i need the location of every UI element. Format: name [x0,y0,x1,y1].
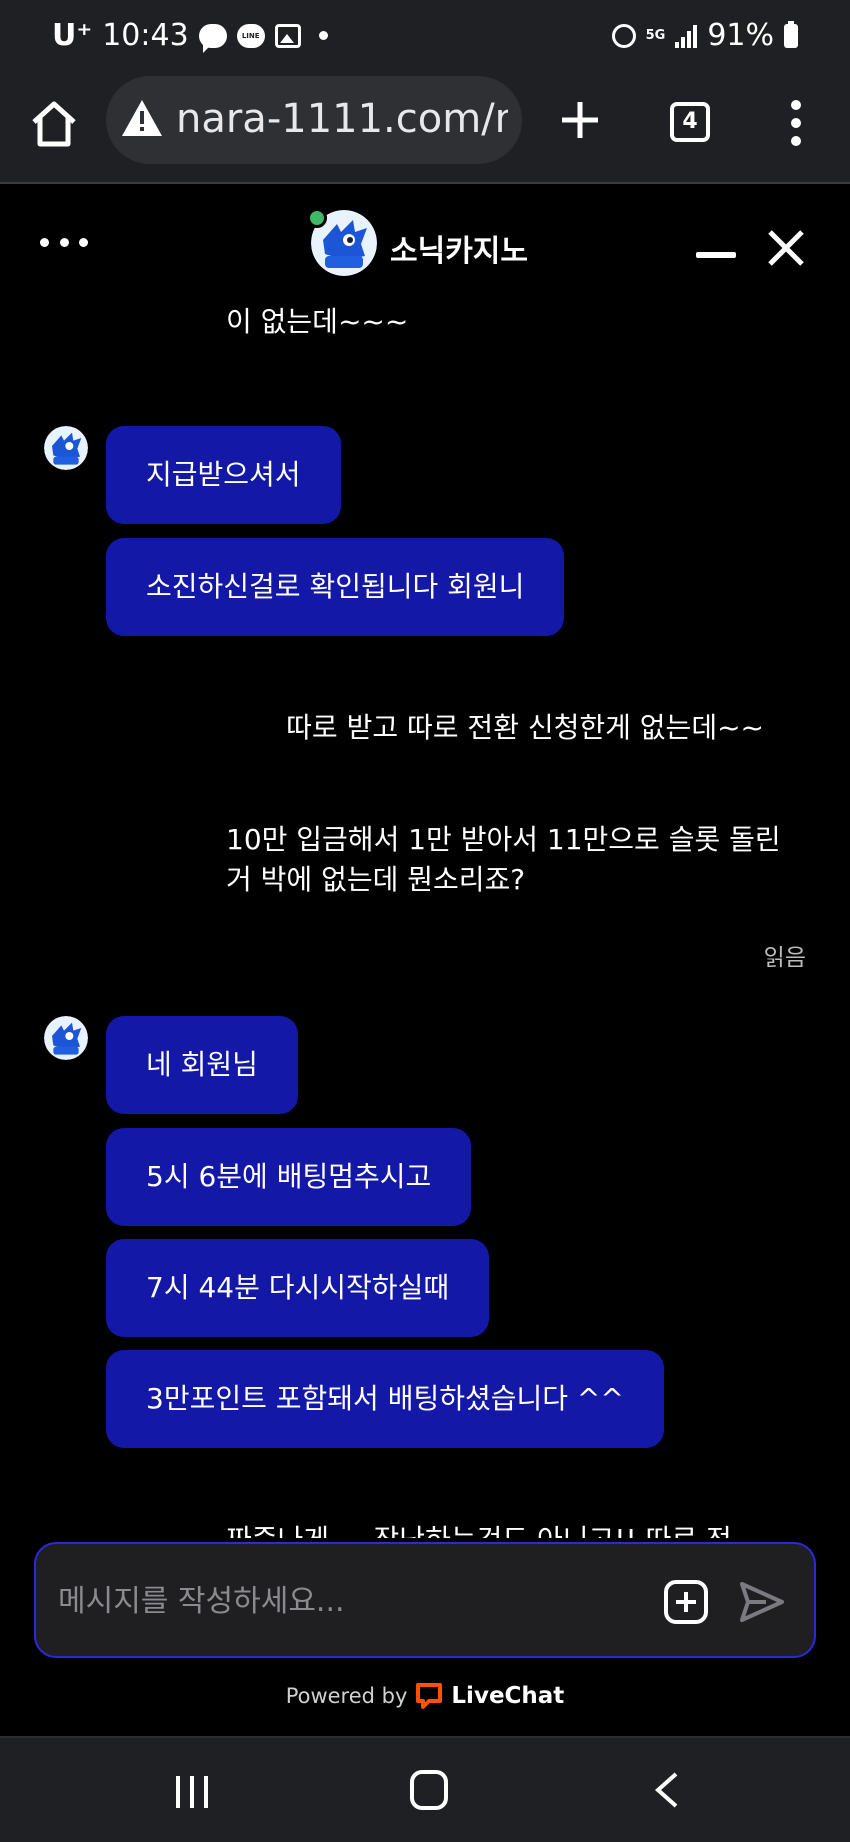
sonic-avatar-icon [44,1016,88,1060]
dot-icon [40,238,49,247]
more-notifications-icon [318,31,328,40]
agent-message: 소진하신걸로 확인됩니다 회원니 [106,538,565,636]
system-nav-bar [0,1736,850,1842]
chat-options-button[interactable] [40,238,88,250]
livechat-logo-icon [416,1683,443,1709]
agent-avatar [44,1016,88,1060]
minimize-button[interactable] [696,252,736,258]
url-text[interactable]: nara-1111.com/ma [176,96,508,142]
visitor-message: 10만 입금해서 1만 받아서 11만으로 슬롯 돌린거 박에 없는데 뭔소리죠… [226,823,781,896]
address-bar[interactable]: nara-1111.com/ma [106,76,522,164]
more-vert-icon [791,100,801,146]
recents-button[interactable] [172,1772,212,1812]
agent-avatar [44,426,88,470]
agent-message: 7시 44분 다시시작하실때 [106,1239,490,1337]
send-button[interactable] [738,1578,786,1626]
powered-by-footer: Powered by LiveChat [0,1682,850,1710]
battery-percent: 91% [707,18,774,53]
agent-message: 네 회원님 [106,1016,298,1114]
message-input[interactable] [58,1576,618,1626]
close-icon [768,230,804,266]
system-home-button[interactable] [410,1770,448,1810]
visitor-message: 이 없는데~~~ [226,305,409,338]
plus-icon [562,102,598,138]
online-status-indicator [307,208,327,228]
network-type: 5G [645,28,666,43]
battery-icon [784,20,798,48]
message-notification-icon [198,23,227,53]
home-button[interactable] [28,98,80,150]
new-tab-button[interactable] [556,96,604,144]
browser-menu-button[interactable] [790,98,802,148]
warning-icon[interactable] [120,98,164,138]
carrier-label: U⁺ [52,18,93,53]
tab-switcher-button[interactable]: 4 [670,102,710,142]
agent-message: 5시 6분에 배팅멈추시고 [106,1128,472,1226]
dot-icon [79,238,88,247]
livechat-brand[interactable]: LiveChat [451,1683,564,1709]
message-list[interactable]: 이 없는데~~~ 지급받으셔서 소진하신걸로 확인됩니다 회원니 따로 받고 따… [0,298,850,1538]
agent-message: 3만포인트 포함돼서 배팅하셨습니다 ^^ [106,1350,664,1448]
browser-toolbar: nara-1111.com/ma 4 [0,76,850,184]
attach-button[interactable] [664,1580,708,1624]
status-bar: U⁺ 10:43 LINE 5G 91% [0,0,850,76]
close-button[interactable] [766,228,806,268]
read-receipt: 읽음 [763,945,806,971]
sonic-avatar-icon [44,426,88,470]
alarm-icon [611,23,636,48]
send-icon [740,1582,784,1622]
visitor-message: 짜증나게 ... 장난하는것도 아니고!! 따로 전 [226,1520,766,1538]
message-composer [34,1542,816,1658]
signal-icon [675,24,698,48]
back-button[interactable] [648,1770,688,1810]
agent-name: 소닉카지노 [390,234,528,269]
back-icon [654,1772,678,1808]
recents-icon [176,1776,208,1808]
visitor-message: 따로 받고 따로 전환 신청한게 없는데~~ [286,711,764,744]
chat-header: 소닉카지노 [0,186,850,298]
agent-message: 지급받으셔서 [106,426,341,524]
home-icon [32,101,76,147]
dot-icon [59,238,69,247]
add-attachment-icon [664,1580,708,1624]
clock: 10:43 [102,18,189,53]
gallery-notification-icon [274,23,301,48]
line-app-icon: LINE [236,23,265,48]
powered-by-label: Powered by [285,1684,408,1708]
